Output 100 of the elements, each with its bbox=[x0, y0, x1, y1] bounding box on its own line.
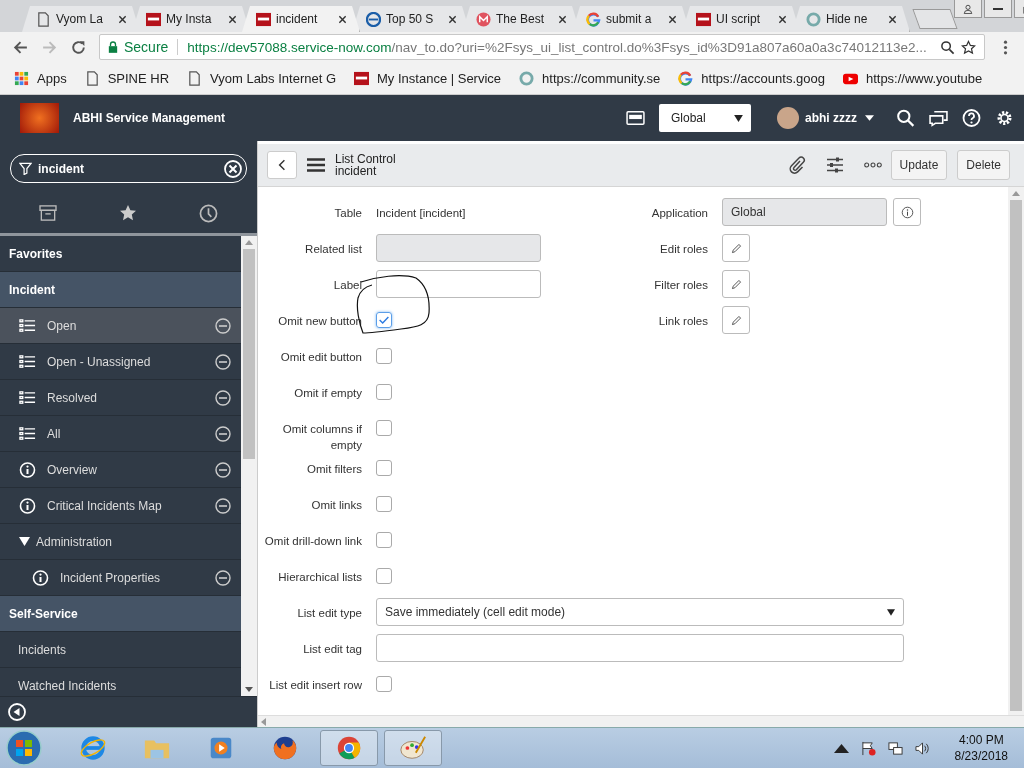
checkbox[interactable] bbox=[376, 496, 392, 512]
close-icon[interactable] bbox=[338, 14, 347, 24]
address-bar[interactable]: Secure https://dev57088.service-now.com/nav_to.do?uri=%2Fsys_ui_list_control.do%3Fsys_id%3D91a807a60a0a3c74012113e2... bbox=[99, 34, 985, 60]
bookmark[interactable]: Vyom Labs Internet G bbox=[187, 70, 337, 86]
sidebar-item[interactable]: Overview bbox=[0, 452, 241, 488]
caret-down-icon bbox=[865, 115, 874, 121]
bookmark[interactable]: My Instance | Service bbox=[354, 70, 502, 86]
sidebar-section[interactable]: Self-Service bbox=[0, 596, 241, 632]
checkbox[interactable] bbox=[376, 460, 392, 476]
zoom-icon[interactable] bbox=[940, 39, 955, 55]
close-icon[interactable] bbox=[228, 14, 237, 24]
sidebar-item[interactable]: Open bbox=[0, 308, 241, 344]
search-icon[interactable] bbox=[896, 109, 915, 127]
field-label: Omit edit button bbox=[279, 350, 362, 365]
list-icon bbox=[19, 317, 36, 334]
scroll-down-icon[interactable] bbox=[245, 687, 253, 692]
square-logo-icon bbox=[696, 11, 711, 27]
checkbox[interactable] bbox=[376, 420, 392, 436]
bookmark[interactable]: Apps bbox=[14, 70, 67, 86]
logo-photo-placeholder bbox=[20, 103, 59, 133]
bookmark[interactable]: https://accounts.goog bbox=[678, 70, 825, 86]
close-icon[interactable] bbox=[668, 14, 677, 24]
info-button[interactable] bbox=[893, 198, 921, 226]
person-icon bbox=[963, 3, 973, 14]
form-action-button[interactable]: Delete bbox=[957, 150, 1010, 180]
square-logo-icon bbox=[354, 70, 370, 86]
start-orb-icon[interactable] bbox=[6, 730, 42, 766]
remove-circle-icon[interactable] bbox=[215, 317, 231, 334]
back-button[interactable] bbox=[267, 151, 297, 179]
remove-circle-icon[interactable] bbox=[215, 497, 231, 514]
close-icon[interactable] bbox=[888, 14, 897, 24]
list-icon bbox=[19, 389, 36, 406]
checkbox[interactable] bbox=[376, 568, 392, 584]
page-icon bbox=[36, 11, 51, 27]
clock-time: 4:00 PM bbox=[958, 732, 1004, 748]
sliders-icon[interactable] bbox=[825, 156, 844, 174]
clear-icon[interactable] bbox=[224, 159, 242, 178]
info-icon bbox=[32, 569, 49, 586]
input-field[interactable] bbox=[376, 634, 904, 662]
remove-circle-icon[interactable] bbox=[215, 569, 231, 586]
chat-icon[interactable] bbox=[929, 109, 948, 127]
network-icon[interactable] bbox=[887, 740, 903, 756]
sidebar-item[interactable]: Resolved bbox=[0, 380, 241, 416]
close-icon[interactable] bbox=[448, 14, 457, 24]
field-label: Link roles bbox=[657, 314, 708, 329]
field-label: List edit tag bbox=[302, 642, 362, 657]
horizontal-scrollbar[interactable] bbox=[258, 715, 1024, 727]
list-icon bbox=[19, 425, 36, 442]
scrollbar[interactable] bbox=[241, 236, 257, 696]
remove-circle-icon[interactable] bbox=[215, 353, 231, 370]
bookmark[interactable]: SPINE HR bbox=[84, 70, 170, 86]
remove-circle-icon[interactable] bbox=[215, 425, 231, 442]
field-label: Omit if empty bbox=[293, 386, 362, 401]
paperclip-icon[interactable] bbox=[787, 156, 806, 174]
bookmark[interactable]: https://www.youtube bbox=[842, 70, 983, 86]
sidebar-item[interactable]: Open - Unassigned bbox=[0, 344, 241, 380]
close-icon[interactable] bbox=[558, 14, 567, 24]
filter-field[interactable]: incident bbox=[10, 154, 247, 183]
collapse-icon[interactable] bbox=[8, 703, 26, 721]
checkbox[interactable] bbox=[376, 676, 392, 692]
sidebar-section[interactable]: Incident bbox=[0, 272, 241, 308]
secure-label: Secure bbox=[124, 39, 169, 55]
field-label: Label bbox=[332, 278, 362, 293]
checkbox[interactable] bbox=[376, 312, 392, 328]
checkbox[interactable] bbox=[376, 532, 392, 548]
scope-select[interactable]: Global bbox=[659, 104, 751, 132]
bookmark[interactable]: https://community.se bbox=[519, 70, 661, 86]
minimize-button[interactable] bbox=[984, 0, 1012, 18]
window-icon[interactable] bbox=[626, 109, 645, 127]
star-icon[interactable] bbox=[119, 204, 137, 222]
checkbox[interactable] bbox=[376, 348, 392, 364]
sidebar-item[interactable]: All bbox=[0, 416, 241, 452]
close-icon[interactable] bbox=[118, 14, 127, 24]
help-icon[interactable] bbox=[962, 109, 981, 127]
remove-circle-icon[interactable] bbox=[215, 461, 231, 478]
scrollbar[interactable] bbox=[1008, 187, 1024, 715]
clock-icon[interactable] bbox=[199, 203, 218, 223]
volume-icon[interactable] bbox=[914, 740, 930, 756]
browser-tab[interactable]: incident bbox=[242, 6, 360, 32]
user-profile-button[interactable] bbox=[954, 0, 982, 18]
browser-e-icon bbox=[79, 734, 107, 762]
menu-icon[interactable] bbox=[307, 158, 325, 172]
reload-icon[interactable] bbox=[70, 38, 87, 56]
form-action-button[interactable]: Update bbox=[890, 150, 948, 180]
settings-icon[interactable] bbox=[995, 109, 1014, 127]
archive-icon[interactable] bbox=[39, 205, 57, 221]
sidebar-item[interactable]: Critical Incidents Map bbox=[0, 488, 241, 524]
info-icon bbox=[900, 205, 914, 219]
close-icon[interactable] bbox=[778, 14, 787, 24]
checkbox[interactable] bbox=[376, 384, 392, 400]
star-icon[interactable] bbox=[961, 39, 976, 55]
flag-icon[interactable] bbox=[860, 740, 876, 756]
info-icon bbox=[19, 461, 36, 478]
select-field[interactable]: Save immediately (cell edit mode) bbox=[376, 598, 904, 626]
taskbar-app[interactable] bbox=[320, 730, 378, 766]
palette-icon bbox=[399, 734, 427, 762]
remove-circle-icon[interactable] bbox=[215, 389, 231, 406]
user-menu[interactable]: abhi zzzz bbox=[805, 111, 874, 125]
field-label: List edit type bbox=[296, 606, 362, 621]
input-field[interactable] bbox=[376, 270, 541, 298]
